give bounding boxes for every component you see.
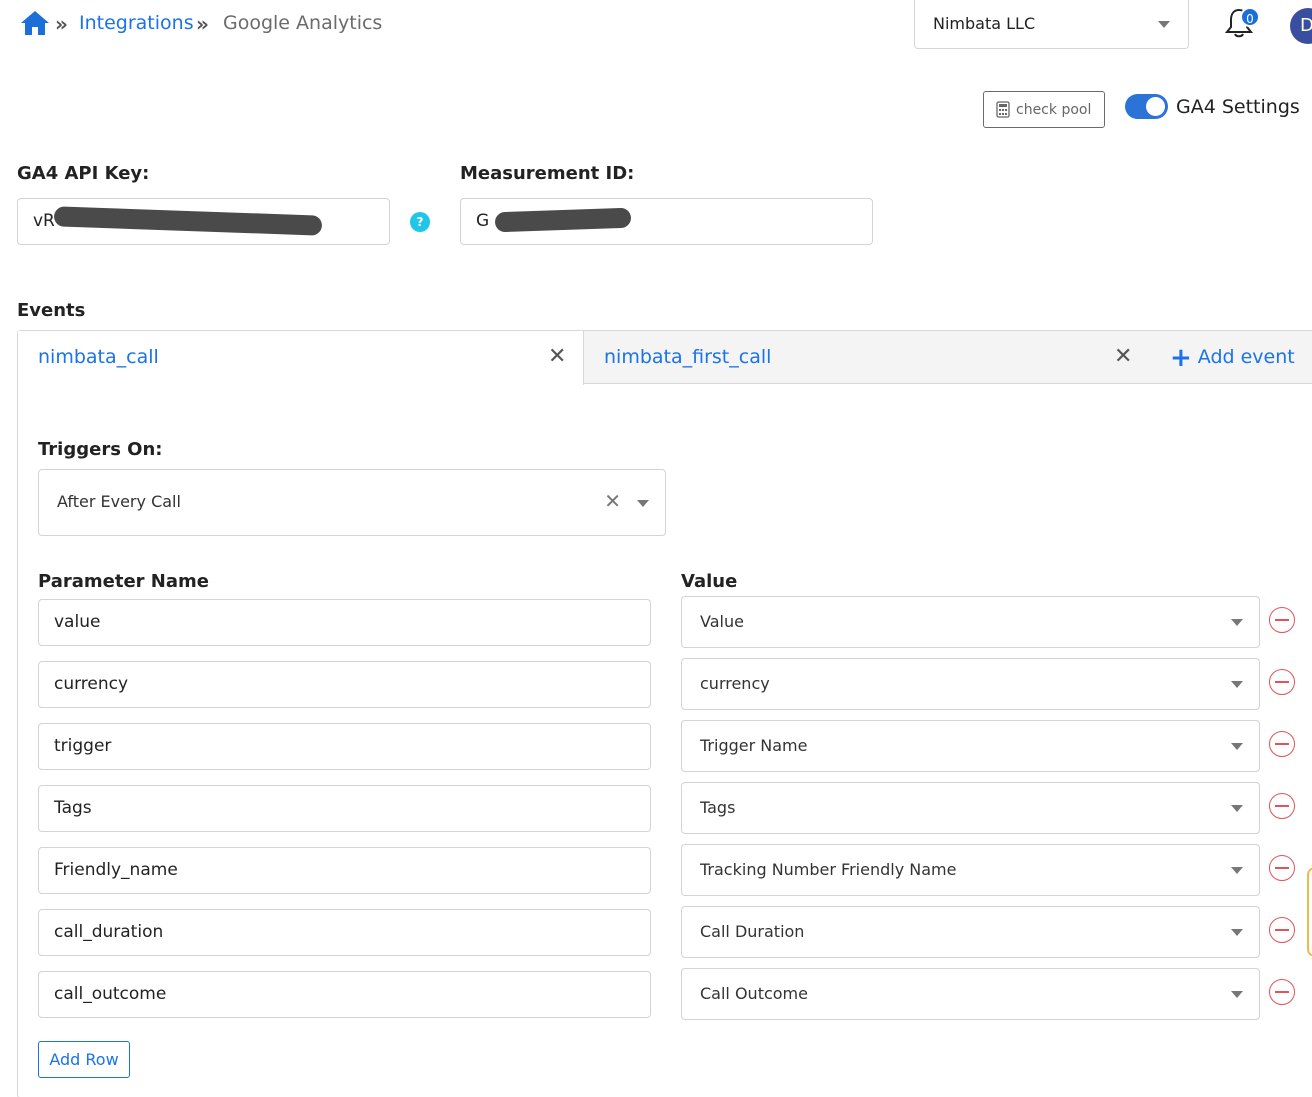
parameter-value-select[interactable]: Value: [681, 596, 1260, 648]
event-tab-bar: nimbata_call ✕ nimbata_first_call ✕ + Add…: [18, 331, 1312, 385]
remove-row-icon[interactable]: [1269, 793, 1295, 819]
parameter-name-input[interactable]: currency: [38, 661, 651, 708]
chevron-down-icon: [1231, 805, 1243, 812]
breadcrumb-integrations-link[interactable]: Integrations: [79, 12, 194, 34]
parameter-value-text: Tags: [700, 798, 736, 817]
chevron-down-icon: [1231, 743, 1243, 750]
measurement-id-label: Measurement ID:: [460, 163, 635, 184]
parameter-name-input[interactable]: trigger: [38, 723, 651, 770]
add-row-button[interactable]: Add Row: [38, 1041, 130, 1078]
parameter-name-value: Friendly_name: [54, 860, 178, 880]
parameter-value-select[interactable]: Call Outcome: [681, 968, 1260, 1020]
api-key-value: vR: [33, 211, 55, 231]
remove-row-icon[interactable]: [1269, 731, 1295, 757]
chevron-down-icon: [1231, 681, 1243, 688]
chevron-down-icon: [1158, 21, 1170, 28]
add-event-label: Add event: [1197, 346, 1295, 368]
chevron-down-icon: [637, 500, 649, 507]
parameter-value-select[interactable]: Trigger Name: [681, 720, 1260, 772]
tab-nimbata-first-call[interactable]: nimbata_first_call ✕: [584, 331, 1144, 384]
chevron-down-icon: [1231, 867, 1243, 874]
close-icon[interactable]: ✕: [548, 344, 566, 369]
events-panel: nimbata_call ✕ nimbata_first_call ✕ + Add…: [17, 330, 1312, 1097]
parameter-name-input[interactable]: call_duration: [38, 909, 651, 956]
check-pool-button[interactable]: check pool: [983, 91, 1105, 128]
avatar[interactable]: D: [1290, 8, 1312, 44]
measurement-id-value: G: [476, 211, 490, 231]
tab-label: nimbata_call: [38, 346, 159, 368]
parameter-name-input[interactable]: value: [38, 599, 651, 646]
help-icon[interactable]: ?: [410, 212, 430, 232]
breadcrumb-separator: »: [55, 12, 68, 36]
remove-row-icon[interactable]: [1269, 607, 1295, 633]
side-tab-handle[interactable]: [1307, 867, 1312, 957]
add-event-button[interactable]: + Add event: [1170, 343, 1295, 373]
parameter-name-value: Tags: [54, 798, 92, 818]
parameter-value-text: Value: [700, 612, 744, 631]
api-key-label: GA4 API Key:: [17, 163, 150, 184]
redaction-mark: [53, 206, 323, 236]
parameter-value-text: Trigger Name: [700, 736, 808, 755]
home-icon[interactable]: [20, 10, 50, 36]
breadcrumb-current: Google Analytics: [223, 12, 383, 34]
clear-icon[interactable]: ✕: [604, 489, 621, 513]
parameter-name-header: Parameter Name: [38, 571, 209, 592]
parameter-value-text: currency: [700, 674, 770, 693]
parameter-name-input[interactable]: call_outcome: [38, 971, 651, 1018]
parameter-name-input[interactable]: Friendly_name: [38, 847, 651, 894]
parameter-value-select[interactable]: Tags: [681, 782, 1260, 834]
parameter-name-input[interactable]: Tags: [38, 785, 651, 832]
check-pool-label: check pool: [1016, 102, 1092, 118]
value-header: Value: [681, 571, 738, 592]
parameter-name-value: trigger: [54, 736, 112, 756]
tab-nimbata-call[interactable]: nimbata_call ✕: [18, 331, 584, 385]
api-key-input[interactable]: vR: [17, 198, 390, 245]
company-select[interactable]: Nimbata LLC: [914, 0, 1189, 49]
chevron-down-icon: [1231, 619, 1243, 626]
remove-row-icon[interactable]: [1269, 979, 1295, 1005]
ga4-settings-toggle[interactable]: [1125, 94, 1168, 119]
close-icon[interactable]: ✕: [1114, 344, 1132, 369]
toggle-knob: [1146, 97, 1165, 116]
tab-label: nimbata_first_call: [604, 346, 772, 368]
triggers-on-select[interactable]: After Every Call ✕: [38, 469, 666, 536]
parameter-name-value: currency: [54, 674, 129, 694]
parameter-value-select[interactable]: currency: [681, 658, 1260, 710]
remove-row-icon[interactable]: [1269, 669, 1295, 695]
notification-count-badge: 0: [1240, 7, 1260, 27]
measurement-id-input[interactable]: G: [460, 198, 873, 245]
events-title: Events: [17, 300, 86, 321]
parameter-value-text: Tracking Number Friendly Name: [700, 860, 957, 879]
parameter-name-value: call_outcome: [54, 984, 167, 1004]
remove-row-icon[interactable]: [1269, 855, 1295, 881]
calculator-icon: [996, 101, 1010, 118]
breadcrumb-separator: »: [196, 12, 209, 36]
chevron-down-icon: [1231, 991, 1243, 998]
parameter-name-value: call_duration: [54, 922, 164, 942]
parameter-value-text: Call Duration: [700, 922, 805, 941]
triggers-on-value: After Every Call: [57, 492, 181, 511]
ga4-settings-label: GA4 Settings: [1176, 96, 1300, 118]
company-select-value: Nimbata LLC: [933, 14, 1036, 33]
plus-icon: +: [1170, 343, 1192, 373]
parameter-name-value: value: [54, 612, 101, 632]
parameter-value-select[interactable]: Tracking Number Friendly Name: [681, 844, 1260, 896]
remove-row-icon[interactable]: [1269, 917, 1295, 943]
parameter-value-text: Call Outcome: [700, 984, 808, 1003]
parameter-value-select[interactable]: Call Duration: [681, 906, 1260, 958]
triggers-on-label: Triggers On:: [38, 439, 163, 460]
chevron-down-icon: [1231, 929, 1243, 936]
redaction-mark: [494, 207, 632, 233]
